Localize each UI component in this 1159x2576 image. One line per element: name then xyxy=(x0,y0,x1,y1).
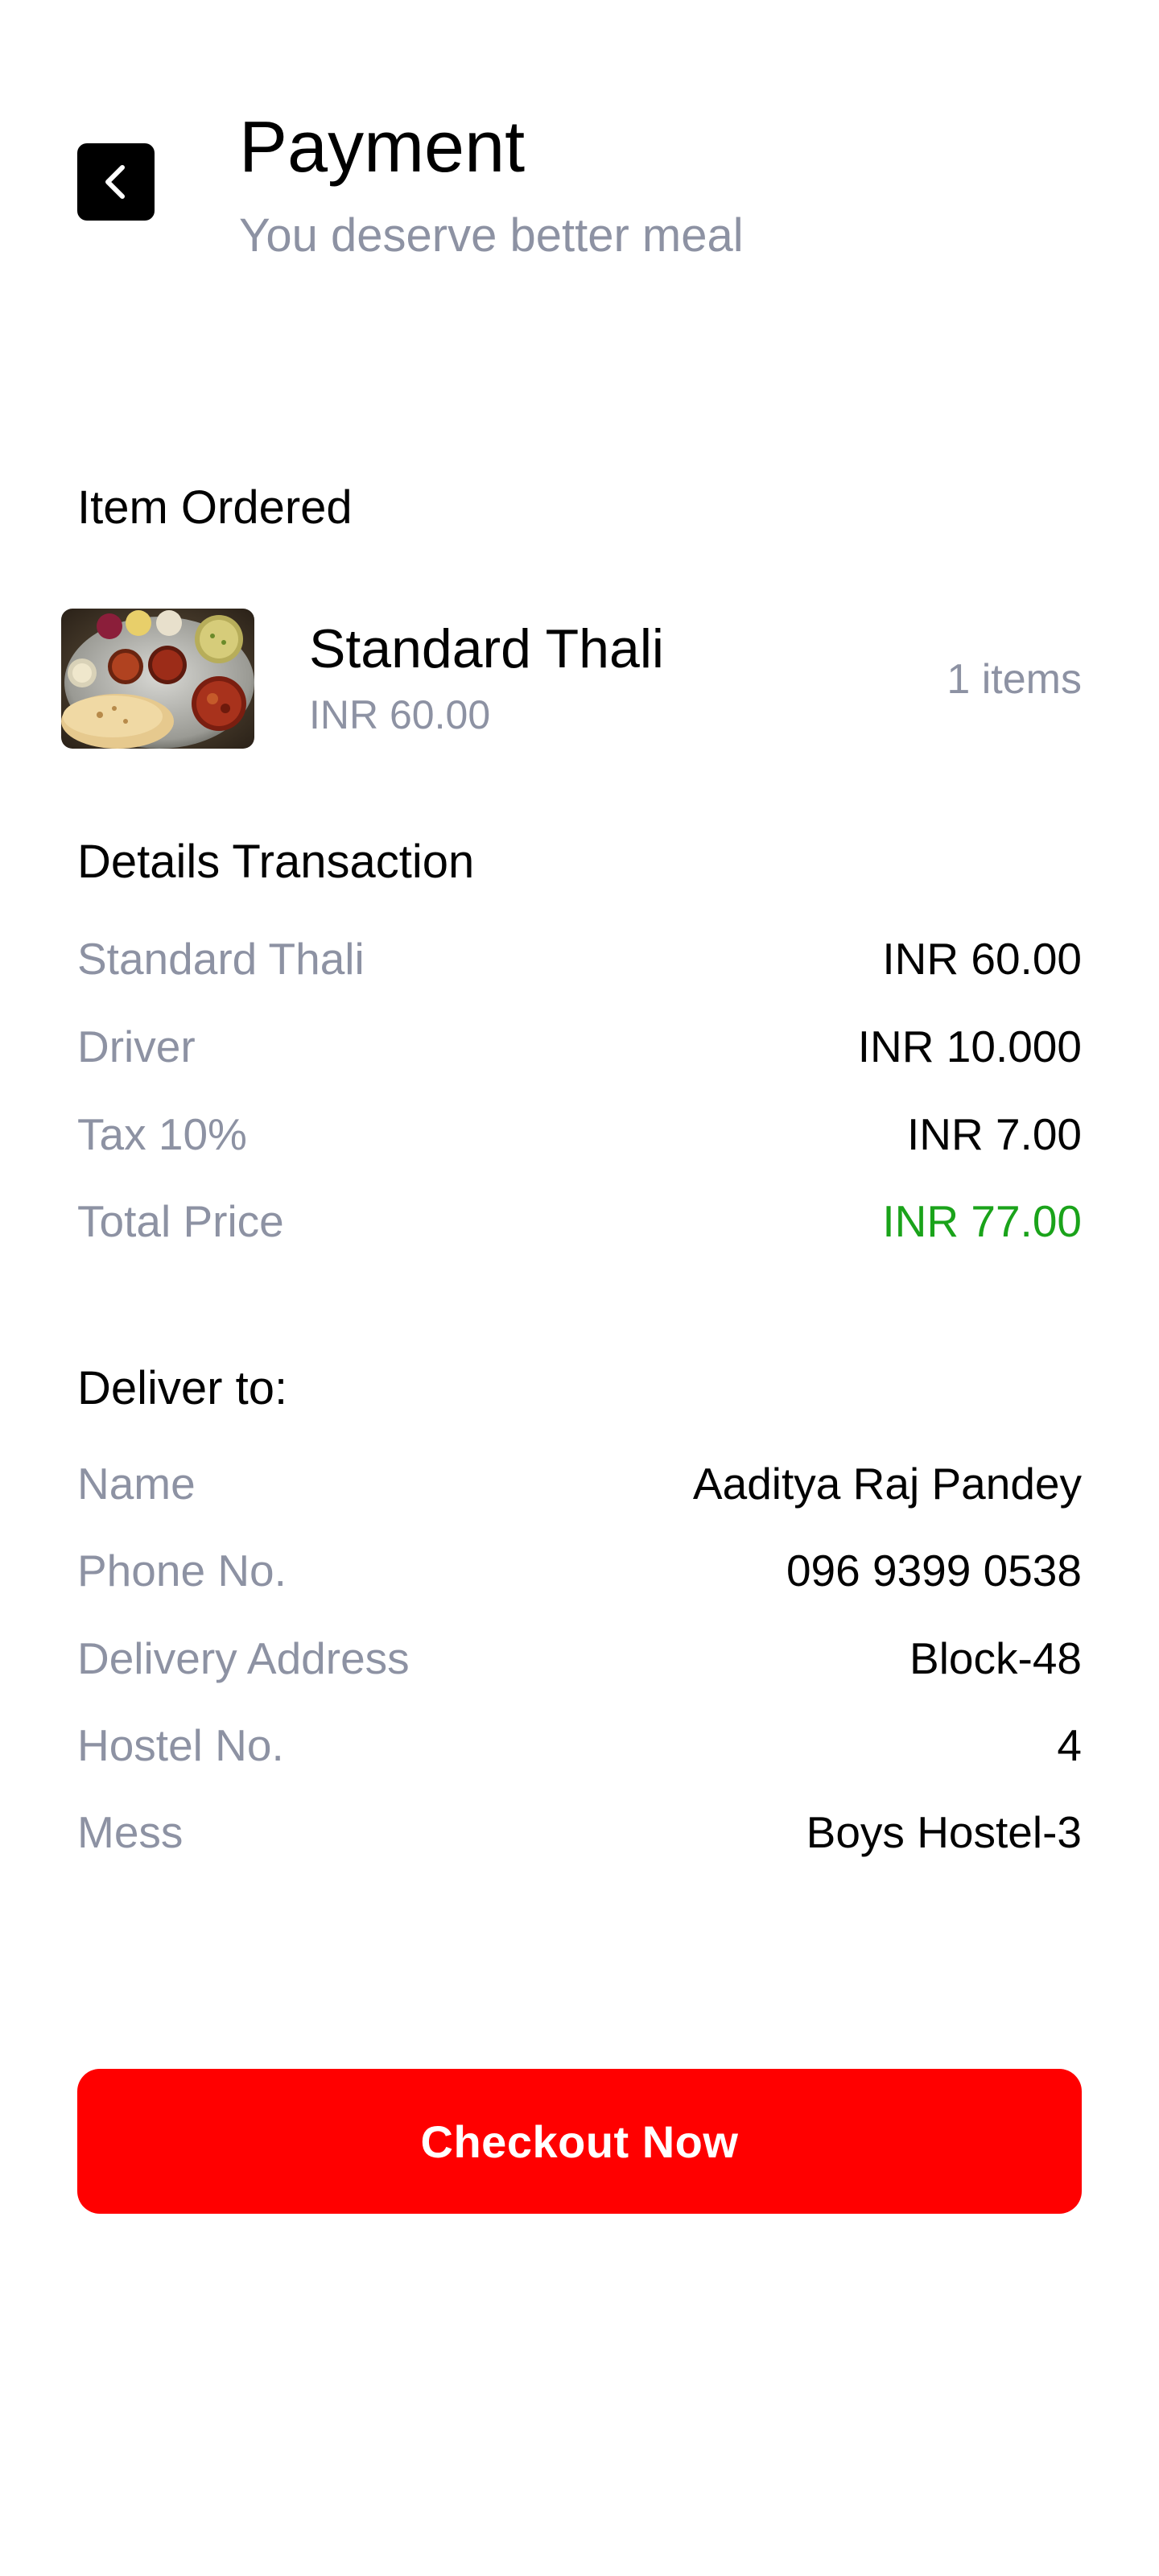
page-subtitle: You deserve better meal xyxy=(239,209,744,262)
transaction-row: Tax 10% INR 7.00 xyxy=(77,1106,1082,1162)
delivery-row: Phone No. 096 9399 0538 xyxy=(77,1542,1082,1599)
transaction-row-label: Standard Thali xyxy=(77,934,365,984)
delivery-row: Hostel No. 4 xyxy=(77,1717,1082,1773)
delivery-row-label: Delivery Address xyxy=(77,1633,410,1683)
item-price: INR 60.00 xyxy=(309,692,491,737)
total-price-row: Total Price INR 77.00 xyxy=(77,1193,1082,1249)
total-price-value: INR 77.00 xyxy=(882,1196,1082,1246)
item-ordered-title: Item Ordered xyxy=(77,481,353,534)
delivery-row-label: Name xyxy=(77,1459,196,1509)
total-price-label: Total Price xyxy=(77,1196,284,1246)
details-transaction-title: Details Transaction xyxy=(77,836,475,888)
back-button[interactable] xyxy=(77,143,155,221)
delivery-row-value: 096 9399 0538 xyxy=(786,1546,1082,1596)
delivery-row: Delivery Address Block-48 xyxy=(77,1630,1082,1686)
transaction-row-value: INR 7.00 xyxy=(906,1109,1082,1159)
delivery-row-label: Phone No. xyxy=(77,1546,287,1596)
transaction-row-value: INR 60.00 xyxy=(882,934,1082,984)
delivery-row: Name Aaditya Raj Pandey xyxy=(77,1455,1082,1512)
thali-food-image xyxy=(61,609,254,749)
transaction-row: Driver INR 10.000 xyxy=(77,1018,1082,1075)
page-title: Payment xyxy=(239,107,526,188)
delivery-row-value: Block-48 xyxy=(909,1633,1082,1683)
deliver-to-title: Deliver to: xyxy=(77,1362,288,1414)
delivery-row-value: Boys Hostel-3 xyxy=(806,1807,1082,1857)
delivery-row-value: 4 xyxy=(1057,1720,1082,1770)
delivery-row: Mess Boys Hostel-3 xyxy=(77,1804,1082,1860)
transaction-row-label: Driver xyxy=(77,1022,196,1071)
transaction-row-value: INR 10.000 xyxy=(857,1022,1082,1071)
delivery-row-label: Hostel No. xyxy=(77,1720,284,1770)
delivery-row-label: Mess xyxy=(77,1807,184,1857)
item-name: Standard Thali xyxy=(309,618,665,679)
transaction-row-label: Tax 10% xyxy=(77,1109,247,1159)
item-quantity: 1 items xyxy=(947,656,1082,703)
delivery-row-value: Aaditya Raj Pandey xyxy=(692,1459,1082,1509)
checkout-now-button[interactable]: Checkout Now xyxy=(77,2069,1082,2214)
chevron-left-icon xyxy=(105,165,125,199)
transaction-row: Standard Thali INR 60.00 xyxy=(77,931,1082,987)
